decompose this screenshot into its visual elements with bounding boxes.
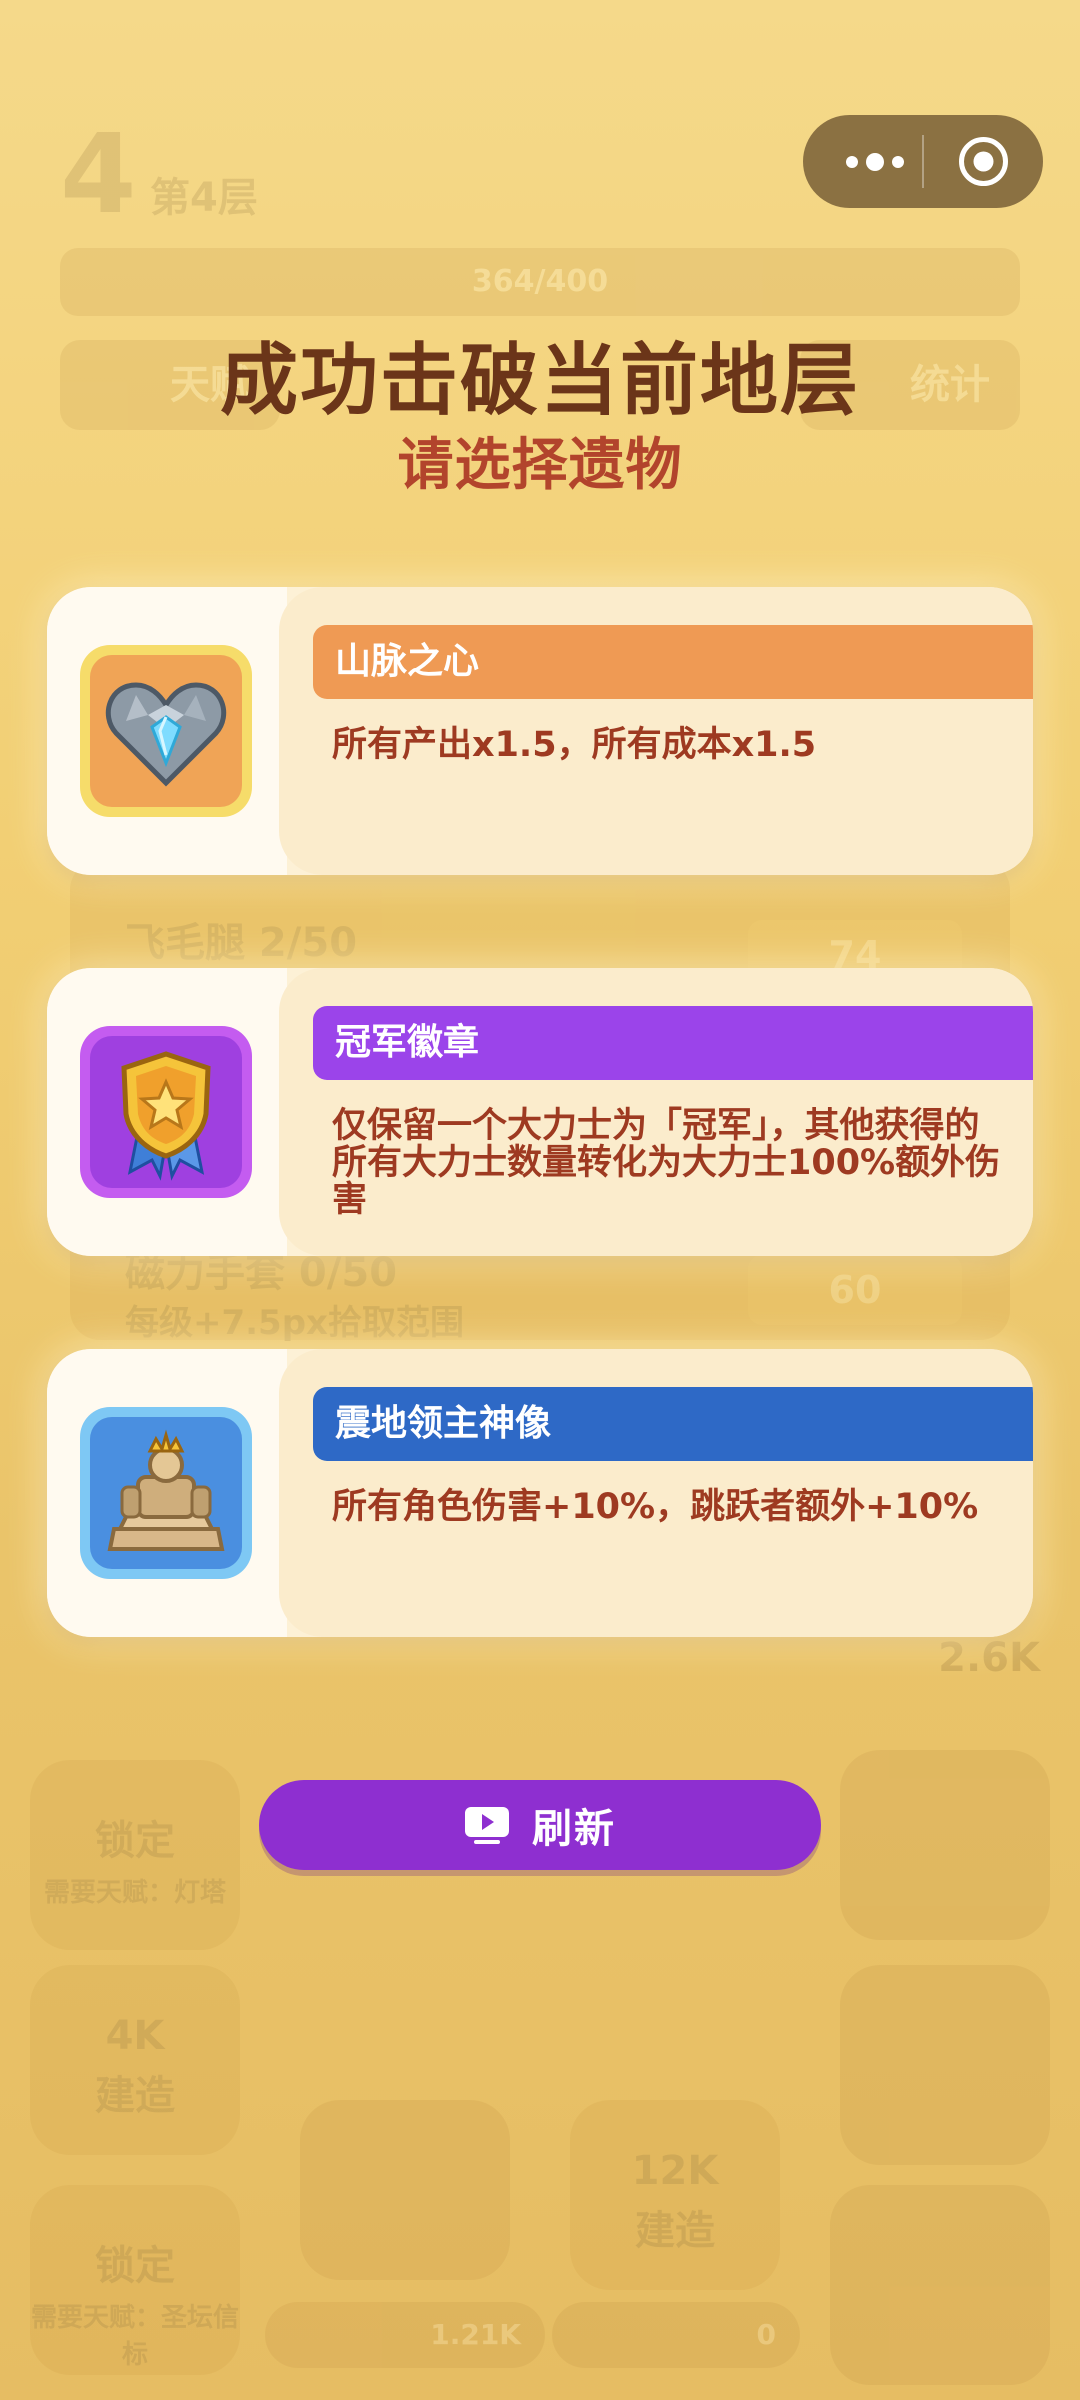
relic-description: 所有角色伤害+10%，跳跃者额外+10% (332, 1487, 979, 1527)
relic-description: 仅保留一个大力士为「冠军」，其他获得的所有大力士数量转化为大力士100%额外伤害 (332, 1106, 1001, 1220)
refresh-label: 刷新 (532, 1806, 616, 1852)
video-play-icon (465, 1807, 509, 1844)
bg-gem-counter: 0 (552, 2302, 800, 2368)
capsule-divider (922, 135, 924, 188)
relic-icon-frame (80, 1407, 252, 1579)
earth-lord-statue-icon (107, 1429, 225, 1551)
bg-building (830, 2185, 1050, 2385)
relic-card[interactable]: 震地领主神像 所有角色伤害+10%，跳跃者额外+10% (47, 1349, 1033, 1637)
bg-upgrade-desc: 每级+7.5px拾取范围 (125, 1303, 464, 1343)
page-title: 成功击破当前地层 (219, 336, 860, 426)
bg-locked-tile: 锁定 需要天赋：灯塔 (30, 1760, 240, 1950)
target-circle-icon[interactable] (957, 135, 1010, 188)
refresh-button[interactable]: 刷新 (259, 1780, 821, 1870)
relic-name: 震地领主神像 (313, 1387, 1033, 1461)
relic-icon-frame (80, 1026, 252, 1198)
relic-name: 冠军徽章 (313, 1006, 1033, 1080)
champion-badge-icon (121, 1051, 211, 1181)
mini-program-capsule (803, 115, 1043, 208)
bg-upgrade-cost: 60 (748, 1255, 962, 1325)
bg-level-label: 第4层 (150, 175, 258, 221)
bg-build-tile: 12K 建造 (570, 2100, 780, 2290)
bg-coin-counter: 1.21K (265, 2302, 545, 2368)
relic-card[interactable]: 冠军徽章 仅保留一个大力士为「冠军」，其他获得的所有大力士数量转化为大力士100… (47, 968, 1033, 1256)
bg-amount: 2.6K (938, 1635, 1040, 1681)
bg-building (300, 2100, 510, 2280)
relic-description: 所有产出x1.5，所有成本x1.5 (332, 725, 817, 765)
relic-name: 山脉之心 (313, 625, 1033, 699)
relic-icon-frame (80, 645, 252, 817)
page-subtitle: 请选择遗物 (397, 433, 683, 498)
bg-locked-tile: 锁定 需要天赋：圣坛信标 (30, 2185, 240, 2375)
bg-progress-bar: 364/400 (60, 248, 1020, 316)
crystal-heart-icon (105, 682, 227, 787)
more-dots-icon[interactable] (835, 115, 915, 208)
bg-building (840, 1965, 1050, 2165)
relic-card[interactable]: 山脉之心 所有产出x1.5，所有成本x1.5 (47, 587, 1033, 875)
bg-build-tile: 4K 建造 (30, 1965, 240, 2155)
bg-level-number: 4 (60, 110, 137, 238)
bg-upgrade-title: 飞毛腿 2/50 (125, 920, 358, 966)
bg-building (840, 1750, 1050, 1940)
